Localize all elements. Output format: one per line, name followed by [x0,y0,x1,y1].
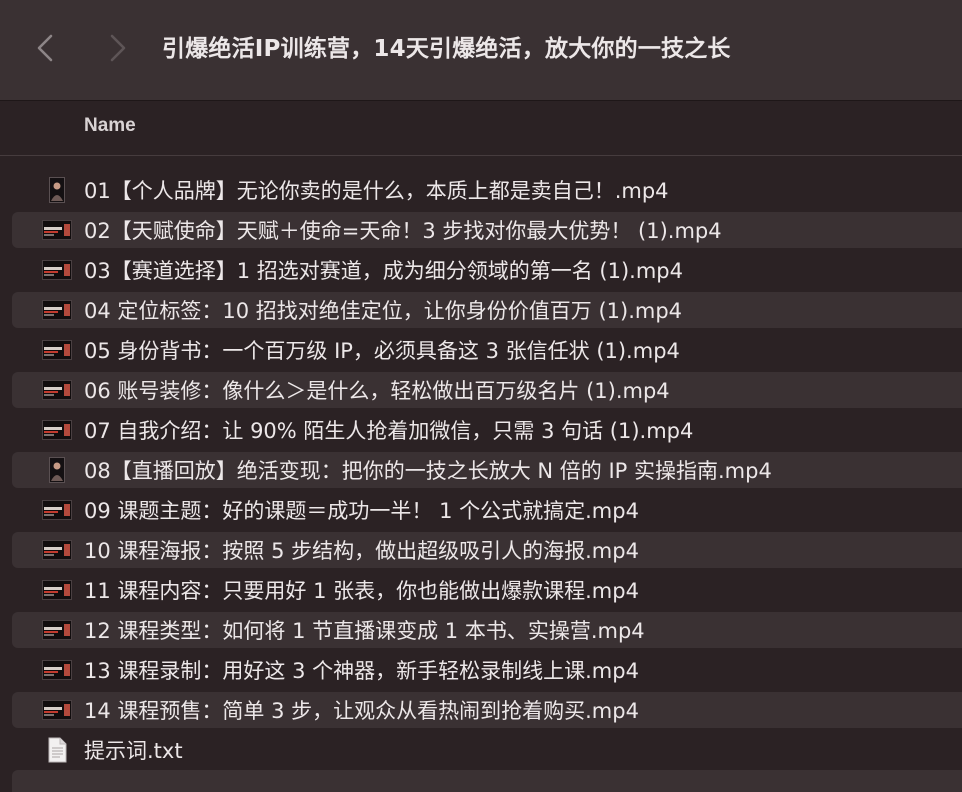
file-row[interactable]: 04 定位标签：10 招找对绝佳定位，让你身份价值百万 (1).mp4 [0,290,962,330]
file-name: 07 自我介绍：让 90% 陌生人抢着加微信，只需 3 句话 (1).mp4 [84,419,694,443]
video-thumbnail-icon [42,699,72,721]
file-name: 02【天赋使命】天赋＋使命=天命！3 步找对你最大优势！ (1).mp4 [84,219,722,243]
file-row[interactable]: 01【个人品牌】无论你卖的是什么，本质上都是卖自己！.mp4 [0,170,962,210]
column-header-row: Name [0,101,962,156]
portrait-video-thumbnail-icon [42,177,72,203]
video-thumbnail-icon [42,419,72,441]
file-row[interactable]: 09 课题主题：好的课题＝成功一半！ 1 个公式就搞定.mp4 [0,490,962,530]
forward-button[interactable] [103,30,133,66]
video-thumbnail-icon [42,339,72,361]
file-row[interactable]: 11 课程内容：只要用好 1 张表，你也能做出爆款课程.mp4 [0,570,962,610]
video-thumbnail-icon [42,299,72,321]
file-row[interactable]: 08【直播回放】绝活变现：把你的一技之长放大 N 倍的 IP 实操指南.mp4 [0,450,962,490]
video-thumbnail-icon [42,659,72,681]
file-name: 06 账号装修：像什么＞是什么，轻松做出百万级名片 (1).mp4 [84,379,670,403]
video-thumbnail-icon [42,579,72,601]
file-name: 提示词.txt [84,739,183,763]
back-button[interactable] [30,30,60,66]
name-column-header[interactable]: Name [84,115,136,137]
file-name: 03【赛道选择】1 招选对赛道，成为细分领域的第一名 (1).mp4 [84,259,684,283]
file-name: 13 课程录制：用好这 3 个神器，新手轻松录制线上课.mp4 [84,659,639,683]
file-name: 01【个人品牌】无论你卖的是什么，本质上都是卖自己！.mp4 [84,179,669,203]
video-thumbnail-icon [42,259,72,281]
window-title: 引爆绝活IP训练营，14天引爆绝活，放大你的一技之长 [162,36,731,62]
file-row[interactable]: 02【天赋使命】天赋＋使命=天命！3 步找对你最大优势！ (1).mp4 [0,210,962,250]
chevron-left-icon [36,33,54,63]
file-row[interactable]: 10 课程海报：按照 5 步结构，做出超级吸引人的海报.mp4 [0,530,962,570]
video-thumbnail-icon [42,539,72,561]
file-name: 05 身份背书：一个百万级 IP，必须具备这 3 张信任状 (1).mp4 [84,339,680,363]
file-name: 14 课程预售：简单 3 步，让观众从看热闹到抢着购买.mp4 [84,699,639,723]
file-name: 10 课程海报：按照 5 步结构，做出超级吸引人的海报.mp4 [84,539,639,563]
video-thumbnail-icon [42,619,72,641]
file-name: 11 课程内容：只要用好 1 张表，你也能做出爆款课程.mp4 [84,579,639,603]
file-row[interactable]: 03【赛道选择】1 招选对赛道，成为细分领域的第一名 (1).mp4 [0,250,962,290]
title-bar: 引爆绝活IP训练营，14天引爆绝活，放大你的一技之长 [0,0,962,101]
portrait-video-thumbnail-icon [42,457,72,483]
empty-list-row [12,770,962,792]
file-name: 04 定位标签：10 招找对绝佳定位，让你身份价值百万 (1).mp4 [84,299,683,323]
file-row[interactable]: 14 课程预售：简单 3 步，让观众从看热闹到抢着购买.mp4 [0,690,962,730]
text-document-icon [42,737,72,763]
file-row[interactable]: 07 自我介绍：让 90% 陌生人抢着加微信，只需 3 句话 (1).mp4 [0,410,962,450]
file-row[interactable]: 06 账号装修：像什么＞是什么，轻松做出百万级名片 (1).mp4 [0,370,962,410]
file-name: 08【直播回放】绝活变现：把你的一技之长放大 N 倍的 IP 实操指南.mp4 [84,459,772,483]
finder-window: 引爆绝活IP训练营，14天引爆绝活，放大你的一技之长 Name 01【个人品牌】… [0,0,962,792]
chevron-right-icon [109,33,127,63]
file-row[interactable]: 05 身份背书：一个百万级 IP，必须具备这 3 张信任状 (1).mp4 [0,330,962,370]
file-row[interactable]: 12 课程类型：如何将 1 节直播课变成 1 本书、实操营.mp4 [0,610,962,650]
file-row[interactable]: 13 课程录制：用好这 3 个神器，新手轻松录制线上课.mp4 [0,650,962,690]
video-thumbnail-icon [42,379,72,401]
file-list: 01【个人品牌】无论你卖的是什么，本质上都是卖自己！.mp4 02【天赋使命】天赋… [0,170,962,770]
file-row[interactable]: 提示词.txt [0,730,962,770]
file-name: 09 课题主题：好的课题＝成功一半！ 1 个公式就搞定.mp4 [84,499,639,523]
file-name: 12 课程类型：如何将 1 节直播课变成 1 本书、实操营.mp4 [84,619,645,643]
video-thumbnail-icon [42,499,72,521]
video-thumbnail-icon [42,219,72,241]
